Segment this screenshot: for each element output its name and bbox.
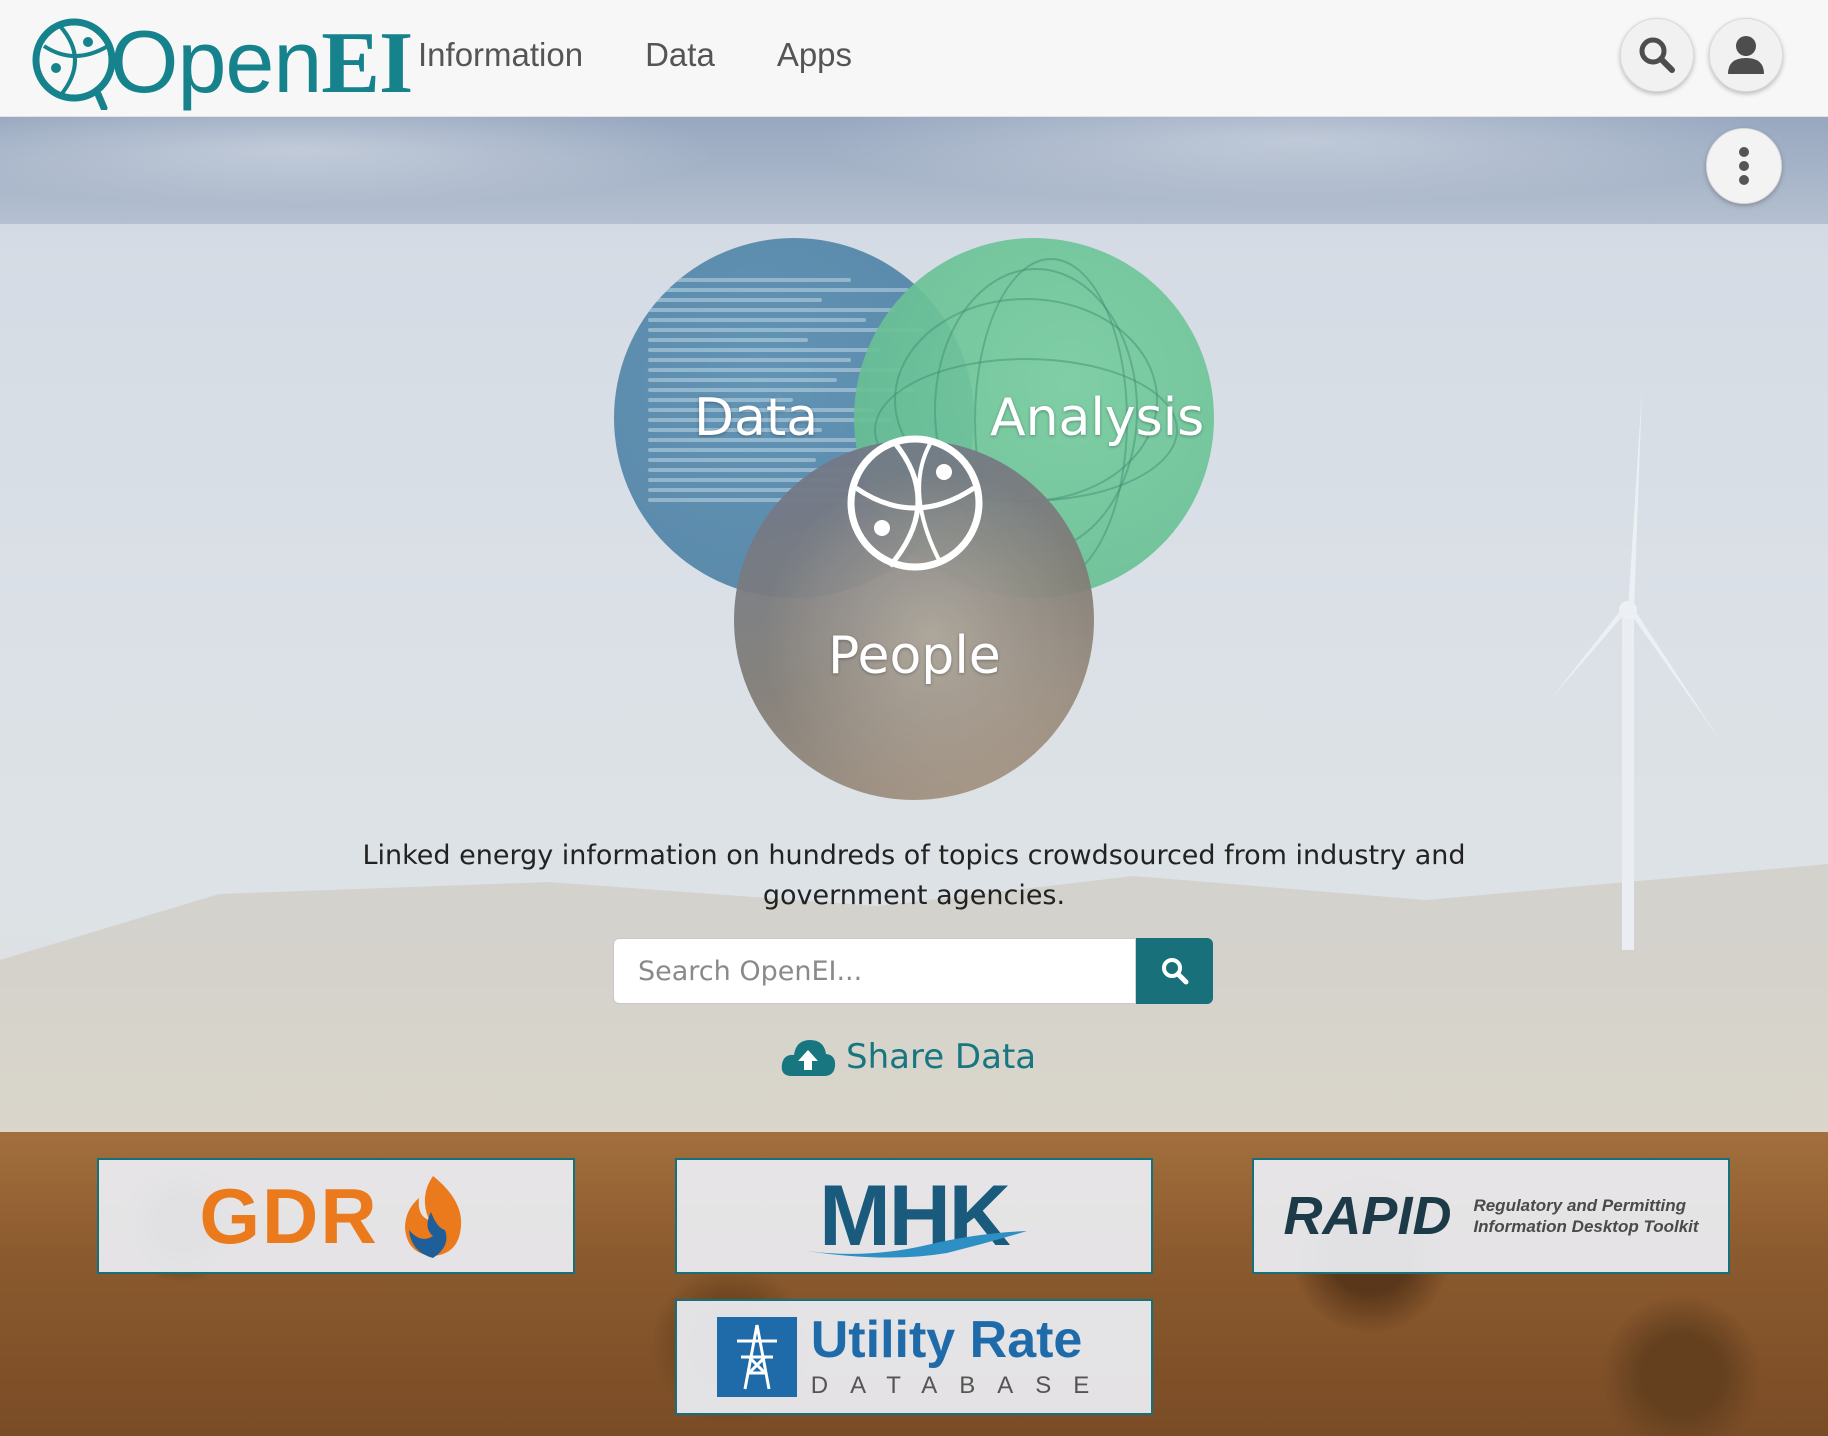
venn-diagram: Data Analysis People (612, 236, 1218, 802)
logo-open-text: Open (110, 12, 322, 111)
nav-apps[interactable]: Apps (777, 36, 852, 74)
more-vertical-icon (1739, 147, 1749, 185)
venn-label-people: People (828, 626, 1001, 686)
logo-globe-icon (32, 18, 116, 110)
page-options-button[interactable] (1706, 128, 1782, 204)
power-tower-icon (716, 1317, 797, 1397)
nav-data[interactable]: Data (645, 36, 715, 74)
logo-wordmark: OpenEI (110, 12, 413, 112)
urdb-logo-text: Utility Rate DATABASE (811, 1314, 1111, 1400)
share-data-label: Share Data (846, 1037, 1037, 1077)
venn-label-analysis: Analysis (990, 388, 1205, 448)
mhk-logo: MHK (807, 1167, 1028, 1266)
rapid-subtitle: Regulatory and Permitting Information De… (1473, 1195, 1698, 1237)
search-input[interactable] (613, 938, 1135, 1004)
hero-tagline: Linked energy information on hundreds of… (362, 840, 1466, 911)
rapid-subtitle-line-1: Regulatory and Permitting (1473, 1196, 1686, 1215)
app-tile-gdr[interactable]: GDR (97, 1158, 575, 1274)
app-tile-mhk[interactable]: MHK (675, 1158, 1153, 1274)
search-icon (1161, 958, 1188, 985)
urdb-subtitle: DATABASE (810, 1372, 1112, 1399)
wave-icon (807, 1230, 1028, 1258)
globe-network-icon (847, 435, 983, 571)
search-button[interactable] (1620, 18, 1694, 92)
app-tile-rapid[interactable]: RAPID Regulatory and Permitting Informat… (1252, 1158, 1730, 1274)
openei-logo[interactable]: OpenEI (30, 12, 413, 112)
search-icon (1639, 37, 1675, 73)
cloud-upload-icon (781, 1040, 836, 1076)
top-navbar: OpenEI Information Data Apps (0, 0, 1828, 117)
rapid-logo-text: RAPID (1283, 1186, 1452, 1246)
user-account-button[interactable] (1709, 18, 1783, 92)
venn-label-data: Data (694, 388, 819, 448)
flame-icon (404, 1176, 461, 1258)
main-nav: Information Data Apps (418, 36, 914, 74)
search-submit-button[interactable] (1136, 938, 1213, 1004)
rapid-subtitle-line-2: Information Desktop Toolkit (1473, 1217, 1699, 1236)
share-data-link[interactable]: Share Data (780, 1036, 1036, 1078)
user-icon (1728, 36, 1764, 74)
app-tile-utility-rate-database[interactable]: Utility Rate DATABASE (675, 1299, 1153, 1415)
nav-information[interactable]: Information (418, 36, 583, 74)
urdb-title: Utility Rate (810, 1311, 1083, 1369)
logo-ei-text: EI (321, 15, 413, 112)
gdr-logo-text: GDR (199, 1171, 379, 1260)
